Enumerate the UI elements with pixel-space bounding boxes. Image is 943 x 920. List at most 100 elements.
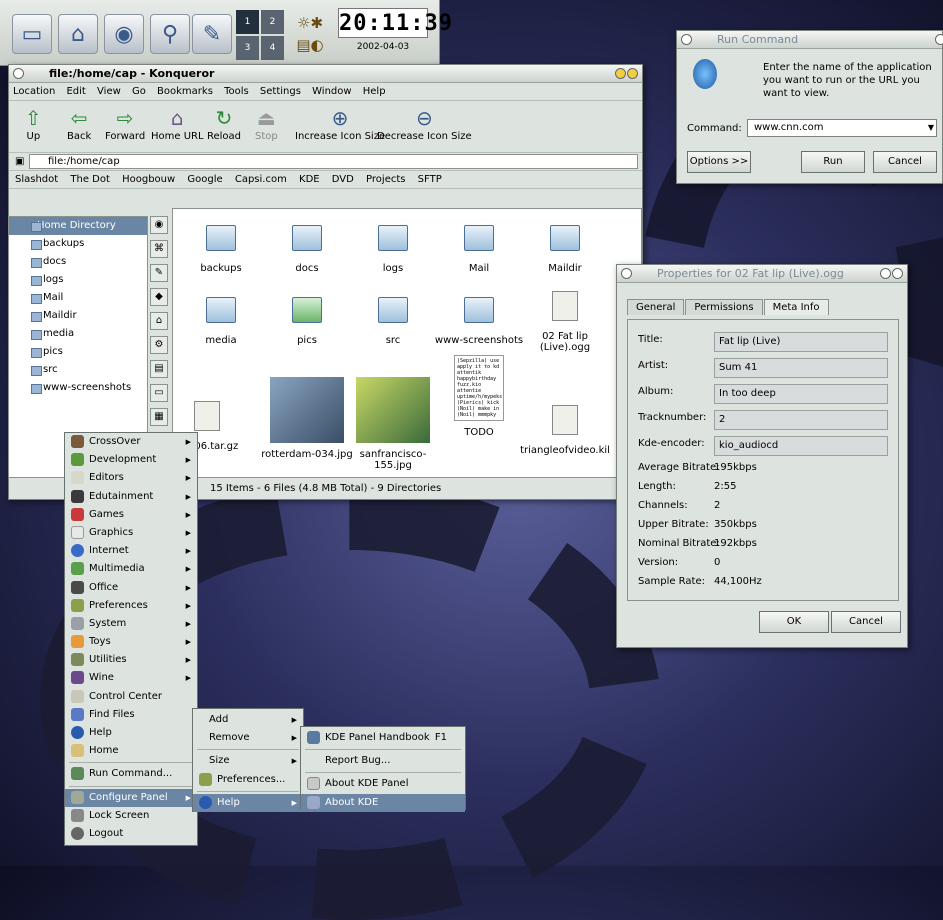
location-input[interactable]: file:/home/cap	[29, 154, 638, 169]
menu-item-about-kde[interactable]: About KDE	[301, 793, 465, 812]
file-item[interactable]: backups	[173, 225, 269, 274]
menu-item-preferences[interactable]: Preferences...	[193, 771, 303, 789]
menu-tools[interactable]: Tools	[224, 86, 249, 97]
stop-button[interactable]: ⏏ Stop	[255, 105, 278, 142]
network-icon[interactable]: ⌘	[150, 240, 168, 258]
file-item[interactable]: (Sepzilla) use apply it to kd attentik h…	[431, 355, 527, 438]
file-item[interactable]: pics	[259, 297, 355, 346]
menu-item-toys[interactable]: Toys ▶	[65, 633, 197, 651]
menu-item-find-files[interactable]: Find Files	[65, 706, 197, 724]
menu-item-games[interactable]: Games ▶	[65, 506, 197, 524]
up-button[interactable]: ⇧ Up	[25, 105, 42, 142]
menu-item-kde-panel-handbook[interactable]: KDE Panel Handbook F1	[301, 729, 465, 747]
album-field[interactable]: In too deep	[714, 384, 888, 404]
close-icon[interactable]	[935, 34, 943, 45]
pager-desktop-2[interactable]: 2	[261, 10, 284, 34]
file-item[interactable]: media	[173, 297, 269, 346]
increase-icon-size-button[interactable]: ⊕ Increase Icon Size	[295, 105, 385, 142]
properties-titlebar[interactable]: Properties for 02 Fat lip (Live).ogg	[617, 265, 907, 283]
menu-item-editors[interactable]: Editors ▶	[65, 469, 197, 487]
back-button[interactable]: ⇦ Back	[67, 105, 91, 142]
menu-item-logout[interactable]: Logout	[65, 825, 197, 843]
tree-item[interactable]: Mail	[9, 289, 147, 307]
menu-location[interactable]: Location	[13, 86, 55, 97]
menu-item-remove[interactable]: Remove ▶	[193, 729, 303, 747]
desktop-pager[interactable]: 1 2 3 4	[236, 10, 284, 60]
bookmark-projects[interactable]: Projects	[366, 174, 405, 185]
menu-item-graphics[interactable]: Graphics ▶	[65, 524, 197, 542]
minimize-icon[interactable]	[615, 68, 626, 79]
menu-help[interactable]: Help	[363, 86, 386, 97]
window-menu-icon[interactable]	[621, 268, 632, 279]
bookmark-capsi[interactable]: Capsi.com	[235, 174, 287, 185]
tree-item[interactable]: pics	[9, 343, 147, 361]
tree-item-home[interactable]: Home Directory	[9, 217, 147, 235]
menu-item-help[interactable]: Help	[65, 724, 197, 742]
options-button[interactable]: Options >>	[687, 151, 751, 173]
menu-edit[interactable]: Edit	[66, 86, 85, 97]
file-item[interactable]: Maildir	[517, 225, 613, 274]
file-item[interactable]: src	[345, 297, 441, 346]
file-item[interactable]: sanfrancisco-155.jpg	[345, 377, 441, 471]
tool-icon[interactable]: ✱	[310, 14, 323, 32]
tree-item[interactable]: www-screenshots	[9, 379, 147, 397]
menu-window[interactable]: Window	[312, 86, 351, 97]
services-icon[interactable]: ⚙	[150, 336, 168, 354]
home-url-button[interactable]: ⌂ Home URL	[151, 105, 204, 142]
menu-item-preferences[interactable]: Preferences ▶	[65, 597, 197, 615]
tree-item[interactable]: logs	[9, 271, 147, 289]
menu-view[interactable]: View	[97, 86, 121, 97]
globe-icon[interactable]: ◉	[150, 216, 168, 234]
network-icon[interactable]: ▤	[296, 36, 310, 54]
menu-item-development[interactable]: Development ▶	[65, 451, 197, 469]
tab-permissions[interactable]: Permissions	[685, 299, 763, 315]
menu-item-configure-panel[interactable]: Configure Panel ▶	[65, 788, 197, 807]
file-item[interactable]: rotterdam-034.jpg	[259, 377, 355, 460]
tree-item[interactable]: docs	[9, 253, 147, 271]
menu-item-office[interactable]: Office ▶	[65, 579, 197, 597]
menu-item-crossover[interactable]: CrossOver ▶	[65, 433, 197, 451]
run-button[interactable]: Run	[801, 151, 865, 173]
tracknumber-field[interactable]: 2	[714, 410, 888, 430]
window-menu-icon[interactable]	[681, 34, 692, 45]
tree-item[interactable]: Maildir	[9, 307, 147, 325]
search-icon[interactable]: ⚲	[150, 14, 190, 54]
artist-field[interactable]: Sum 41	[714, 358, 888, 378]
bookmark-icon[interactable]: ◆	[150, 288, 168, 306]
menu-item-wine[interactable]: Wine ▶	[65, 669, 197, 687]
bookmark-kde[interactable]: KDE	[299, 174, 320, 185]
pager-desktop-4[interactable]: 4	[261, 36, 284, 60]
ok-button[interactable]: OK	[759, 611, 829, 633]
pen-icon[interactable]: ✎	[150, 264, 168, 282]
menu-item-add[interactable]: Add ▶	[193, 711, 303, 729]
tab-general[interactable]: General	[627, 299, 685, 315]
bookmark-google[interactable]: Google	[187, 174, 222, 185]
menu-item-lock-screen[interactable]: Lock Screen	[65, 807, 197, 825]
globe-icon[interactable]: ◉	[104, 14, 144, 54]
home-icon[interactable]: ⌂	[58, 14, 98, 54]
menu-settings[interactable]: Settings	[260, 86, 301, 97]
history-icon[interactable]: ▤	[150, 360, 168, 378]
menu-item-control-center[interactable]: Control Center	[65, 688, 197, 706]
audio-icon[interactable]: ◐	[311, 36, 324, 54]
close-icon[interactable]	[892, 268, 903, 279]
bookmark-dvd[interactable]: DVD	[332, 174, 354, 185]
tree-item[interactable]: src	[9, 361, 147, 379]
file-item[interactable]: Mail	[431, 225, 527, 274]
home-icon[interactable]: ⌂	[150, 312, 168, 330]
menu-item-report-bug[interactable]: Report Bug...	[301, 752, 465, 770]
title-field[interactable]: Fat lip (Live)	[714, 332, 888, 352]
menu-item-edutainment[interactable]: Edutainment ▶	[65, 488, 197, 506]
command-input[interactable]: www.cnn.com ▼	[747, 119, 937, 137]
encoder-field[interactable]: kio_audiocd	[714, 436, 888, 456]
tree-item[interactable]: backups	[9, 235, 147, 253]
pager-desktop-1[interactable]: 1	[236, 10, 259, 34]
close-icon[interactable]	[627, 68, 638, 79]
menu-item-size[interactable]: Size ▶	[193, 752, 303, 770]
folder-icon[interactable]: ▭	[150, 384, 168, 402]
clear-location-icon[interactable]: ▣	[15, 156, 24, 167]
pager-desktop-3[interactable]: 3	[236, 36, 259, 60]
menu-bookmarks[interactable]: Bookmarks	[157, 86, 213, 97]
bookmark-hoogbouw[interactable]: Hoogbouw	[122, 174, 175, 185]
menu-item-utilities[interactable]: Utilities ▶	[65, 651, 197, 669]
